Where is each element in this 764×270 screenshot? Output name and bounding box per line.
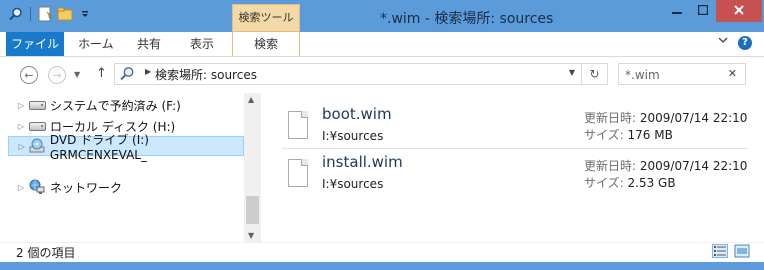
file-modified: 更新日時: 2009/07/14 22:10 xyxy=(584,157,747,174)
clear-search-icon[interactable]: ✕ xyxy=(728,67,737,80)
refresh-icon: ↻ xyxy=(589,67,600,81)
tab-share[interactable]: 共有 xyxy=(137,32,161,56)
network-icon xyxy=(28,179,46,194)
arrow-right-icon: → xyxy=(52,69,62,82)
expand-arrow-icon[interactable]: ▷ xyxy=(14,122,28,131)
search-results: boot.wim I:¥sources 更新日時: 2009/07/14 22:… xyxy=(262,93,756,242)
modified-label: 更新日時: xyxy=(584,159,637,173)
maximize-button[interactable] xyxy=(690,0,716,22)
drive-icon xyxy=(28,119,46,133)
context-tab-group-label: 検索ツール xyxy=(232,4,300,32)
navigation-pane: ▷ システムで予約済み (F:) ▷ ローカル ディスク (H:) ▷ DVD … xyxy=(8,93,244,242)
minimize-button[interactable] xyxy=(664,0,690,22)
file-location: I:¥sources xyxy=(322,177,384,191)
up-button[interactable]: ↑ xyxy=(96,66,107,81)
tab-view[interactable]: 表示 xyxy=(190,32,214,56)
address-dropdown-icon[interactable]: ▼ xyxy=(569,68,575,77)
expand-ribbon-button[interactable] xyxy=(716,36,730,50)
large-icons-view-button[interactable] xyxy=(734,244,750,258)
close-button[interactable] xyxy=(716,0,762,22)
modified-value: 2009/07/14 22:10 xyxy=(639,159,748,173)
close-icon xyxy=(734,3,744,19)
item-count: 2 個の項目 xyxy=(16,246,76,260)
size-label: サイズ: xyxy=(584,176,624,190)
scrollbar-thumb[interactable] xyxy=(246,196,259,224)
drive-icon xyxy=(28,98,46,112)
nav-item-network[interactable]: ▷ ネットワーク xyxy=(8,177,244,197)
nav-item-label: ネットワーク xyxy=(50,180,123,195)
size-value: 176 MB xyxy=(627,128,673,142)
recent-locations-button[interactable]: ▼ xyxy=(74,70,80,79)
expand-arrow-icon[interactable]: ▷ xyxy=(14,183,28,192)
expand-arrow-icon[interactable]: ▷ xyxy=(15,142,29,151)
nav-item-dvd-drive[interactable]: ▷ DVD ドライブ (I:) GRMCENXEVAL_ xyxy=(8,133,244,162)
back-button[interactable]: ← xyxy=(20,66,38,84)
file-icon xyxy=(288,159,308,187)
search-input[interactable] xyxy=(623,65,727,85)
ribbon-bar xyxy=(0,32,764,57)
file-size: サイズ: 176 MB xyxy=(584,126,673,143)
details-view-button[interactable] xyxy=(712,244,728,258)
details-view-icon xyxy=(713,246,727,260)
tab-home[interactable]: ホーム xyxy=(78,32,114,56)
scroll-up-icon[interactable]: ▲ xyxy=(248,95,254,104)
arrow-up-icon: ↑ xyxy=(96,66,107,81)
size-label: サイズ: xyxy=(584,128,624,142)
result-divider xyxy=(282,148,748,149)
size-value: 2.53 GB xyxy=(627,176,676,190)
scroll-down-icon[interactable]: ▼ xyxy=(248,231,254,240)
modified-value: 2009/07/14 22:10 xyxy=(639,111,748,125)
nav-item-label: システムで予約済み (F:) xyxy=(50,98,181,113)
file-location: I:¥sources xyxy=(322,129,384,143)
list-item[interactable]: install.wim I:¥sources 更新日時: 2009/07/14 … xyxy=(282,153,748,197)
toolbar-separator xyxy=(30,7,31,21)
address-path: 検索場所: sources xyxy=(155,68,257,82)
file-name[interactable]: boot.wim xyxy=(322,105,392,123)
tab-search[interactable]: 検索 xyxy=(232,32,300,56)
quick-access-toolbar xyxy=(8,6,93,22)
search-box[interactable]: ✕ xyxy=(618,63,746,85)
modified-label: 更新日時: xyxy=(584,111,637,125)
window-border xyxy=(0,262,764,270)
address-bar[interactable]: ▶ 検索場所: sources ▼ xyxy=(114,63,582,85)
nav-item-label: DVD ドライブ (I:) GRMCENXEVAL_ xyxy=(49,132,149,162)
nav-item-system-reserved[interactable]: ▷ システムで予約済み (F:) xyxy=(8,95,244,115)
refresh-button[interactable]: ↻ xyxy=(582,63,608,85)
nav-pane-scrollbar[interactable]: ▲ ▼ xyxy=(244,93,261,242)
breadcrumb-arrow-icon[interactable]: ▶ xyxy=(145,67,151,76)
list-item[interactable]: boot.wim I:¥sources 更新日時: 2009/07/14 22:… xyxy=(282,105,748,149)
search-location-icon xyxy=(119,66,135,85)
large-icons-view-icon xyxy=(734,244,750,261)
maximize-icon xyxy=(697,3,709,19)
file-icon xyxy=(288,111,308,139)
search-app-icon xyxy=(8,6,24,22)
help-button[interactable]: ? xyxy=(738,36,752,50)
tab-file[interactable]: ファイル xyxy=(6,32,64,56)
minimize-icon xyxy=(672,3,682,19)
help-icon: ? xyxy=(742,37,748,48)
file-size: サイズ: 2.53 GB xyxy=(584,174,676,191)
window-title: *.wim - 検索場所: sources xyxy=(380,11,554,27)
customize-toolbar-icon[interactable] xyxy=(77,6,93,22)
dvd-drive-icon xyxy=(29,138,46,153)
forward-button[interactable]: → xyxy=(48,66,66,84)
chevron-down-icon xyxy=(718,36,728,47)
expand-arrow-icon[interactable]: ▷ xyxy=(14,101,28,110)
file-modified: 更新日時: 2009/07/14 22:10 xyxy=(584,109,747,126)
arrow-left-icon: ← xyxy=(24,69,34,82)
new-folder-icon[interactable] xyxy=(57,6,73,22)
status-bar xyxy=(0,242,764,263)
properties-icon[interactable] xyxy=(37,6,53,22)
file-name[interactable]: install.wim xyxy=(322,153,403,171)
explorer-window: 検索ツール *.wim - 検索場所: sources ファイル ホーム 共有 … xyxy=(0,0,764,270)
chevron-down-icon: ▼ xyxy=(74,70,81,79)
